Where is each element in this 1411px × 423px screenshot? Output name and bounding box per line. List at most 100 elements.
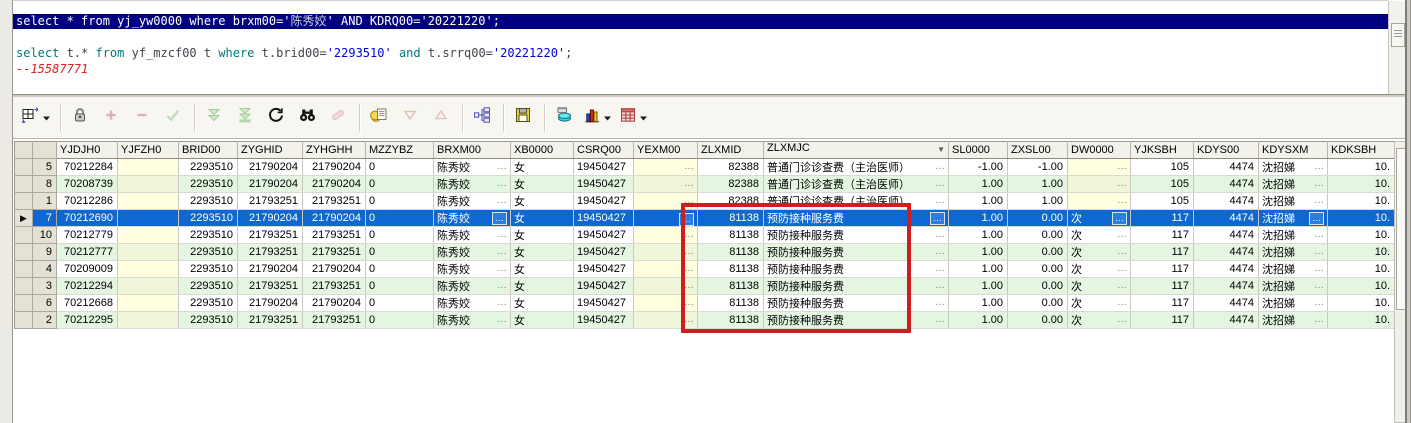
cell-xb0000[interactable]: 女 — [510, 311, 574, 329]
cell-ellipsis-button[interactable]: … — [492, 212, 507, 225]
cell-brid00[interactable]: 2293510 — [178, 175, 238, 193]
cell-zlxmid[interactable]: 82388 — [697, 192, 764, 210]
cell-kdysxm[interactable]: … 沈招娣 — [1258, 226, 1328, 244]
cell-brid00[interactable]: 2293510 — [178, 311, 238, 329]
cell-yjdjh0[interactable]: 70212668 — [56, 294, 118, 312]
cell-mzzybz[interactable]: 0 — [365, 277, 434, 295]
cell-ellipsis-button[interactable]: … — [679, 212, 694, 226]
cell-zlxmjc[interactable]: … 普通门诊诊查费（主治医师） — [763, 158, 949, 176]
find-button[interactable] — [295, 105, 319, 131]
cell-kdksbh[interactable]: 10. — [1327, 175, 1395, 193]
cell-yjksbh[interactable]: 117 — [1130, 260, 1194, 278]
table-row[interactable]: 3 70212294 2293510 21793251 21793251 0 … 陈秀姣 女 19… — [14, 277, 1395, 295]
cell-zyghid[interactable]: 21790204 — [237, 175, 303, 193]
cell-xb0000[interactable]: 女 — [510, 226, 574, 244]
cell-yjfzh0[interactable] — [117, 260, 179, 278]
cell-zxsl00[interactable]: 1.00 — [1007, 192, 1068, 210]
cell-kdys00[interactable]: 4474 — [1193, 260, 1259, 278]
tree-view-button[interactable] — [470, 105, 494, 131]
cell-mzzybz[interactable]: 0 — [365, 192, 434, 210]
cell-mzzybz[interactable]: 0 — [365, 158, 434, 176]
cell-dw0000[interactable]: … 次 — [1067, 311, 1131, 329]
row-number-cell[interactable]: 5 — [32, 158, 57, 176]
copy-records-button[interactable] — [367, 105, 391, 131]
cell-mzzybz[interactable]: 0 — [365, 209, 434, 227]
row-number-cell[interactable]: 3 — [32, 277, 57, 295]
cell-brxm00[interactable]: … 陈秀姣 — [433, 277, 511, 295]
column-header-yjfzh0[interactable]: YJFZH0 — [117, 141, 179, 159]
cell-dw0000[interactable]: … 次 — [1067, 294, 1131, 312]
cell-kdysxm[interactable]: … 沈招娣 — [1258, 277, 1328, 295]
cell-yjksbh[interactable]: 117 — [1130, 294, 1194, 312]
table-row[interactable]: 9 70212777 2293510 21793251 21793251 0 … 陈秀姣 女 19… — [14, 243, 1395, 261]
cell-brid00[interactable]: 2293510 — [178, 158, 238, 176]
cell-csrq00[interactable]: 19450427 — [573, 209, 634, 227]
cell-yjdjh0[interactable]: 70212284 — [56, 158, 118, 176]
cell-yjdjh0[interactable]: 70212286 — [56, 192, 118, 210]
cell-zyhghh[interactable]: 21790204 — [302, 260, 366, 278]
cell-kdksbh[interactable]: 10. — [1327, 243, 1395, 261]
cell-csrq00[interactable]: 19450427 — [573, 311, 634, 329]
cell-kdysxm[interactable]: … 沈招娣 — [1258, 192, 1328, 210]
row-indicator-cell[interactable] — [14, 311, 33, 329]
cell-mzzybz[interactable]: 0 — [365, 175, 434, 193]
cell-kdys00[interactable]: 4474 — [1193, 175, 1259, 193]
sql-statement-selected[interactable]: select * from yj_yw0000 where brxm00='陈秀… — [13, 14, 1388, 29]
cell-yjfzh0[interactable] — [117, 294, 179, 312]
cell-yjdjh0[interactable]: 70212295 — [56, 311, 118, 329]
cell-kdksbh[interactable]: 10. — [1327, 277, 1395, 295]
table-row[interactable]: 1 70212286 2293510 21793251 21793251 0 … 陈秀姣 女 19… — [14, 192, 1395, 210]
cell-zlxmjc[interactable]: … 预防接种服务费 — [763, 294, 949, 312]
cell-zyghid[interactable]: 21790204 — [237, 209, 303, 227]
cell-zlxmid[interactable]: 81138 — [697, 277, 764, 295]
cell-zyhghh[interactable]: 21790204 — [302, 209, 366, 227]
dropdown-caret-icon[interactable] — [603, 109, 612, 127]
column-header-brid00[interactable]: BRID00 — [178, 141, 238, 159]
cell-kdys00[interactable]: 4474 — [1193, 192, 1259, 210]
cell-yexm00[interactable]: … — [633, 192, 698, 210]
cell-brxm00[interactable]: … 陈秀姣 — [433, 209, 511, 227]
cell-zyhghh[interactable]: 21793251 — [302, 277, 366, 295]
cell-yjfzh0[interactable] — [117, 175, 179, 193]
cell-yjdjh0[interactable]: 70212779 — [56, 226, 118, 244]
cell-brid00[interactable]: 2293510 — [178, 192, 238, 210]
cell-kdksbh[interactable]: 10. — [1327, 294, 1395, 312]
cell-zyhghh[interactable]: 21793251 — [302, 226, 366, 244]
cell-zxsl00[interactable]: -1.00 — [1007, 158, 1068, 176]
cell-mzzybz[interactable]: 0 — [365, 294, 434, 312]
cell-zlxmid[interactable]: 82388 — [697, 175, 764, 193]
cell-yexm00[interactable]: … — [633, 243, 698, 261]
cell-zyghid[interactable]: 21793251 — [237, 243, 303, 261]
cell-zlxmid[interactable]: 81138 — [697, 311, 764, 329]
cell-yexm00[interactable]: … — [633, 311, 698, 329]
cell-sl0000[interactable]: 1.00 — [948, 277, 1008, 295]
column-header-mzzybz[interactable]: MZZYBZ — [365, 141, 434, 159]
cell-sl0000[interactable]: 1.00 — [948, 209, 1008, 227]
cell-zxsl00[interactable]: 0.00 — [1007, 311, 1068, 329]
cell-zlxmid[interactable]: 81138 — [697, 209, 764, 227]
column-header-zyghid[interactable]: ZYGHID — [237, 141, 303, 159]
cell-brxm00[interactable]: … 陈秀姣 — [433, 260, 511, 278]
cell-kdksbh[interactable]: 10. — [1327, 192, 1395, 210]
column-header-zyhghh[interactable]: ZYHGHH — [302, 141, 366, 159]
cell-yexm00[interactable]: … — [633, 260, 698, 278]
column-header-csrq00[interactable]: CSRQ00 — [573, 141, 634, 159]
cell-kdys00[interactable]: 4474 — [1193, 226, 1259, 244]
cell-kdysxm[interactable]: … 沈招娣 — [1258, 175, 1328, 193]
row-indicator-cell[interactable] — [14, 226, 33, 244]
cell-dw0000[interactable]: … — [1067, 158, 1131, 176]
row-indicator-cell[interactable] — [14, 277, 33, 295]
cell-zlxmid[interactable]: 81138 — [697, 260, 764, 278]
cell-yjksbh[interactable]: 105 — [1130, 175, 1194, 193]
cell-zyhghh[interactable]: 21793251 — [302, 192, 366, 210]
cell-xb0000[interactable]: 女 — [510, 209, 574, 227]
cell-zyghid[interactable]: 21793251 — [237, 226, 303, 244]
column-header-zlxmid[interactable]: ZLXMID — [697, 141, 764, 159]
dropdown-caret-icon[interactable] — [639, 109, 648, 127]
cell-zyhghh[interactable]: 21793251 — [302, 311, 366, 329]
cell-zxsl00[interactable]: 0.00 — [1007, 209, 1068, 227]
cell-zxsl00[interactable]: 1.00 — [1007, 175, 1068, 193]
cell-brid00[interactable]: 2293510 — [178, 294, 238, 312]
cell-dw0000[interactable]: … 次 — [1067, 277, 1131, 295]
column-header-yexm00[interactable]: YEXM00 — [633, 141, 698, 159]
